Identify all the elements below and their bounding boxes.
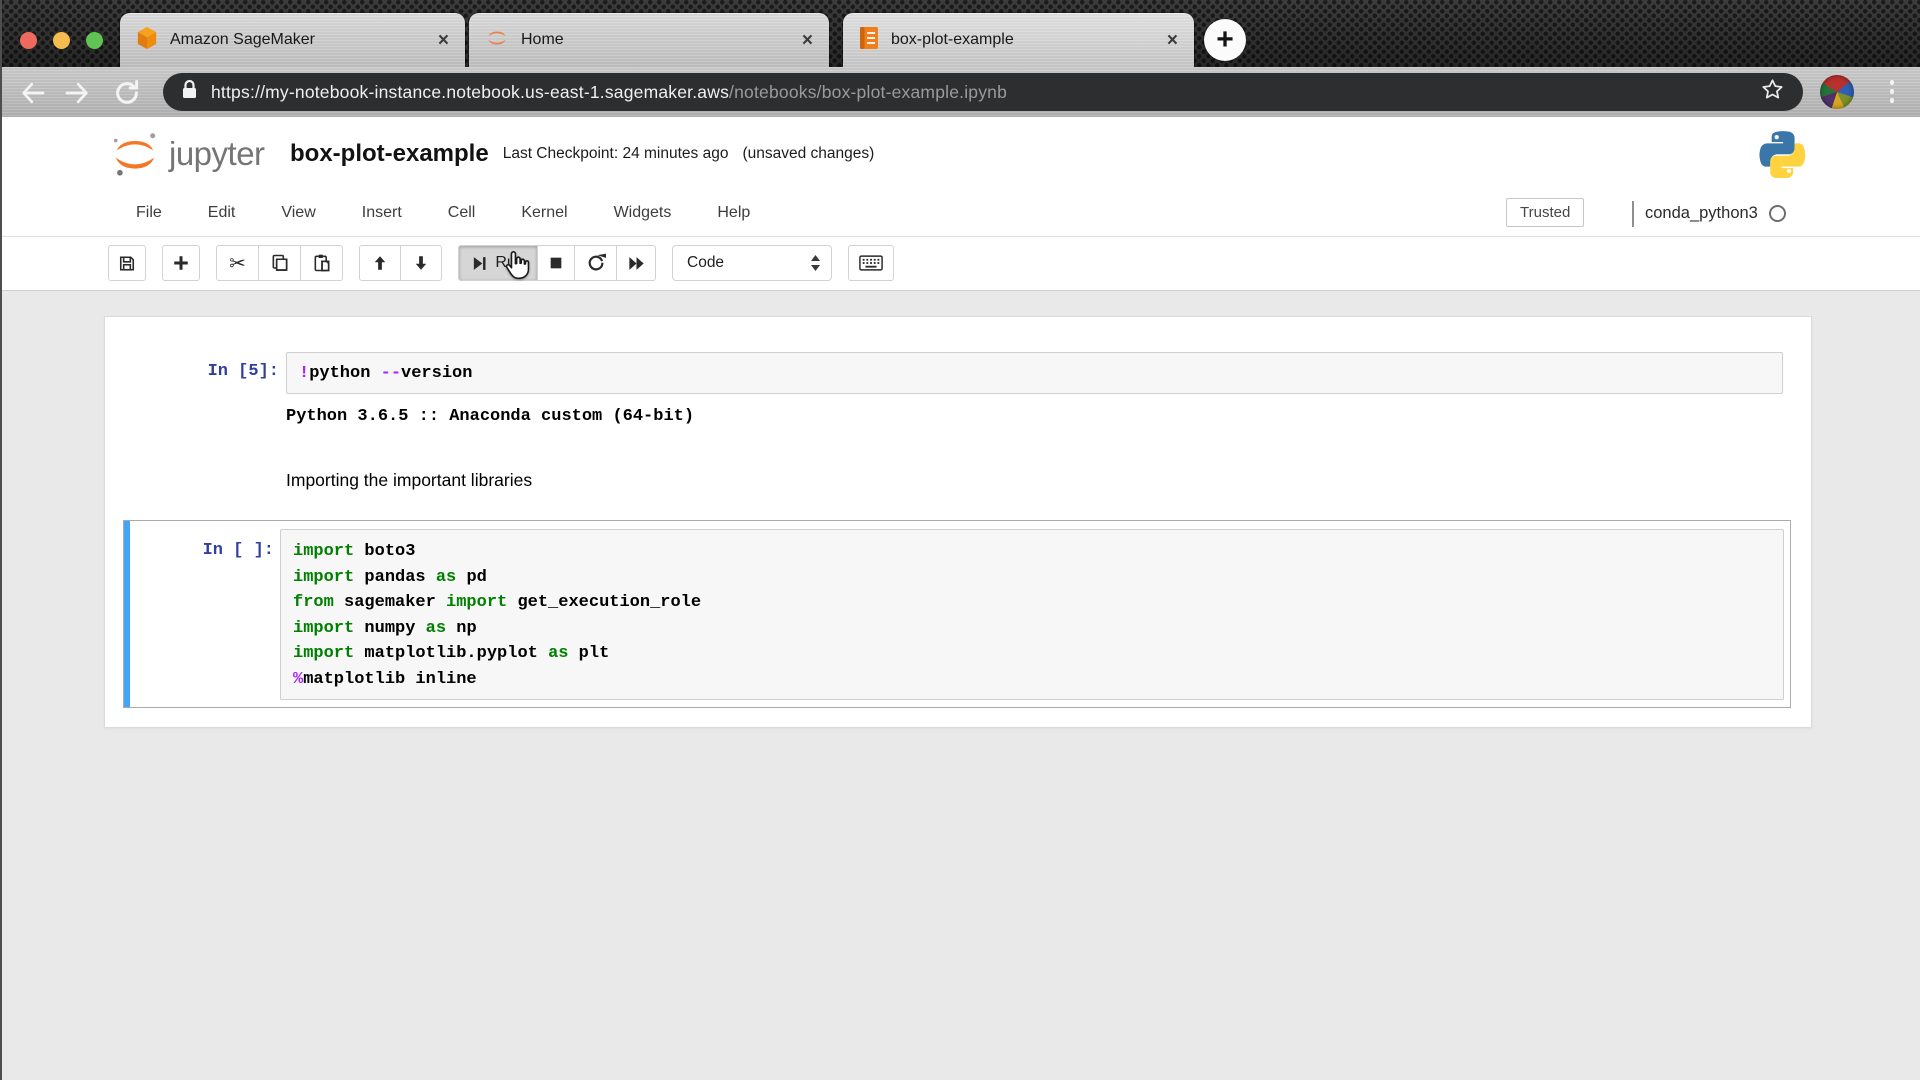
new-tab-button[interactable]: + — [1204, 19, 1246, 61]
back-icon[interactable] — [18, 78, 48, 108]
code-cell-input[interactable]: !python --version — [286, 352, 1783, 394]
menu-item-insert[interactable]: Insert — [354, 204, 410, 222]
jupyter-planet-icon — [110, 129, 160, 179]
sagemaker-cube-icon — [136, 26, 158, 55]
menu-item-edit[interactable]: Edit — [200, 204, 244, 222]
bookmark-star-icon[interactable] — [1760, 77, 1785, 107]
jupyter-menubar: FileEditViewInsertCellKernelWidgetsHelp … — [0, 190, 1920, 237]
jupyter-header: jupyter box-plot-example Last Checkpoint… — [0, 117, 1920, 190]
restart-run-all-button[interactable] — [616, 245, 656, 281]
restart-kernel-button[interactable] — [574, 245, 617, 281]
cut-cell-button[interactable]: ✂ — [216, 245, 259, 281]
copy-cell-button[interactable] — [258, 245, 301, 281]
screen-left-edge — [0, 0, 2, 1080]
tab-label: box-plot-example — [891, 31, 1157, 49]
forward-icon[interactable] — [62, 78, 92, 108]
input-prompt: In [ ]: — [124, 541, 274, 561]
menu-item-help[interactable]: Help — [709, 204, 758, 222]
close-window-button[interactable] — [20, 32, 37, 49]
url-text: https://my-notebook-instance.notebook.us… — [211, 82, 1007, 103]
menu-item-file[interactable]: File — [128, 204, 170, 222]
menu-item-cell[interactable]: Cell — [440, 204, 484, 222]
close-tab-icon[interactable]: × — [1167, 31, 1178, 50]
kernel-idle-icon — [1769, 205, 1786, 222]
kernel-indicator-group: conda_python3 — [1632, 190, 1786, 237]
cell-type-dropdown[interactable]: Code — [672, 245, 832, 281]
jupyter-wordmark: jupyter — [169, 135, 265, 173]
step-forward-icon — [471, 255, 488, 272]
jupyter-logo[interactable]: jupyter — [110, 129, 265, 179]
kernel-name: conda_python3 — [1645, 204, 1758, 223]
trusted-badge: Trusted — [1506, 198, 1584, 227]
jupyter-toolbar: ✂ Run — [0, 237, 1920, 291]
notebook-icon — [859, 26, 879, 55]
unsaved-changes-status: (unsaved changes) — [742, 145, 874, 163]
browser-tab-bar: Amazon SageMaker × Home × box-plot-examp… — [0, 0, 1920, 67]
reload-icon[interactable] — [112, 78, 142, 108]
menu-item-widgets[interactable]: Widgets — [606, 204, 680, 222]
tab-home[interactable]: Home × — [469, 13, 829, 67]
notebook-area: In [5]: !python --version Python 3.6.5 :… — [0, 291, 1920, 1080]
checkpoint-status: Last Checkpoint: 24 minutes ago — [503, 145, 729, 163]
mouse-cursor — [503, 250, 533, 287]
code-cell-input[interactable]: import boto3import pandas as pdfrom sage… — [280, 529, 1784, 700]
browser-address-row: https://my-notebook-instance.notebook.us… — [0, 67, 1920, 117]
move-cell-up-button[interactable] — [359, 245, 401, 281]
notebook-card: In [5]: !python --version Python 3.6.5 :… — [104, 316, 1812, 728]
selected-code-cell[interactable]: In [ ]: import boto3import pandas as pdf… — [123, 520, 1791, 708]
traffic-lights — [20, 32, 103, 49]
browser-menu-icon[interactable] — [1890, 80, 1895, 103]
cell-output: Python 3.6.5 :: Anaconda custom (64-bit) — [286, 406, 694, 428]
menu-item-view[interactable]: View — [273, 204, 323, 222]
notebook-title[interactable]: box-plot-example — [290, 140, 489, 168]
address-bar[interactable]: https://my-notebook-instance.notebook.us… — [163, 73, 1803, 111]
kernel-divider — [1632, 201, 1634, 227]
lock-icon — [181, 79, 198, 105]
close-tab-icon[interactable]: × — [802, 31, 813, 50]
browser-profile-avatar[interactable] — [1820, 75, 1854, 109]
tab-label: Amazon SageMaker — [170, 31, 428, 49]
python-logo-icon — [1758, 128, 1808, 183]
tab-box-plot-example[interactable]: box-plot-example × — [843, 13, 1194, 67]
input-prompt: In [5]: — [105, 362, 279, 382]
minimize-window-button[interactable] — [53, 32, 70, 49]
interrupt-kernel-button[interactable] — [537, 245, 575, 281]
dropdown-stepper-icon — [810, 254, 821, 272]
markdown-cell[interactable]: Importing the important libraries — [286, 470, 532, 491]
tab-label: Home — [521, 31, 792, 49]
command-palette-button[interactable] — [848, 245, 894, 281]
zoom-window-button[interactable] — [86, 32, 103, 49]
tab-amazon-sagemaker[interactable]: Amazon SageMaker × — [120, 13, 465, 67]
close-tab-icon[interactable]: × — [438, 31, 449, 50]
jupyter-ring-icon — [485, 26, 509, 55]
move-cell-down-button[interactable] — [400, 245, 442, 281]
add-cell-button[interactable] — [162, 245, 200, 281]
menu-item-kernel[interactable]: Kernel — [513, 204, 575, 222]
paste-cell-button[interactable] — [300, 245, 343, 281]
save-button[interactable] — [108, 245, 146, 281]
